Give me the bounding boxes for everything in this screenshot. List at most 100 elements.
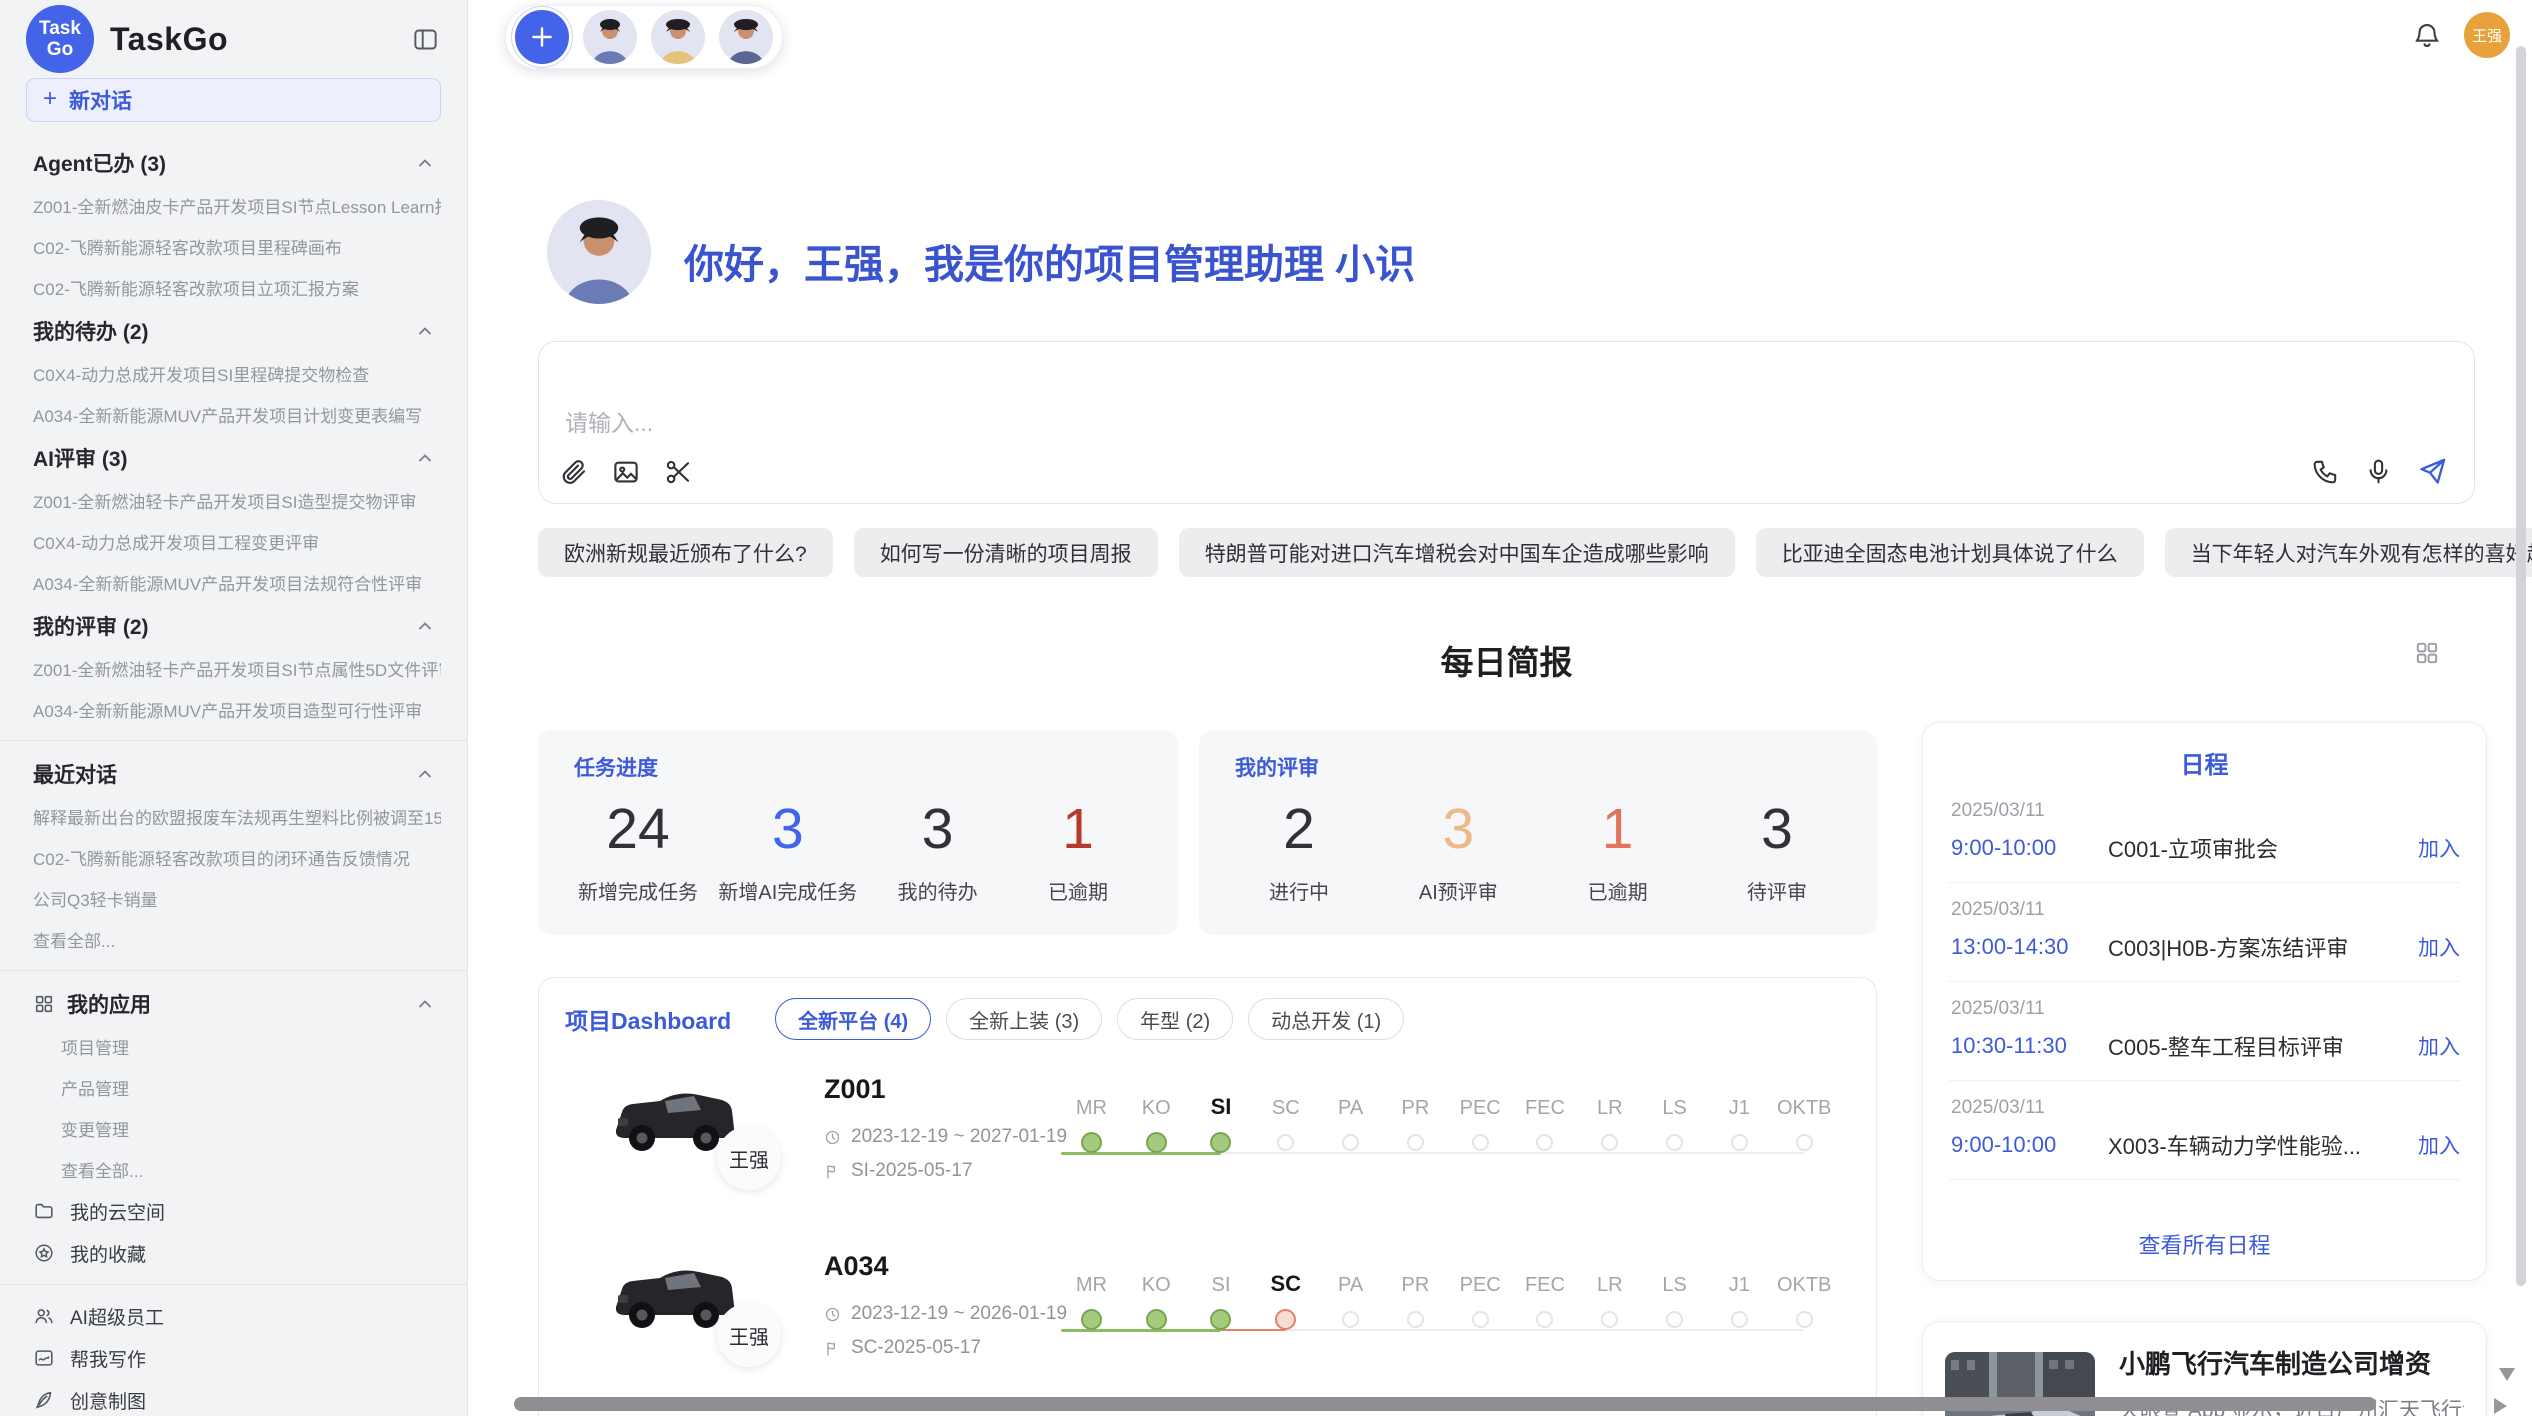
- milestone-dot-done[interactable]: [1210, 1132, 1231, 1153]
- sidebar-collapse-icon[interactable]: [412, 26, 439, 53]
- sidebar-task-item[interactable]: Z001-全新燃油轻卡产品开发项目SI造型提交物评审: [26, 480, 441, 521]
- join-button[interactable]: 加入: [2418, 932, 2460, 962]
- milestone-dot-done[interactable]: [1081, 1309, 1102, 1330]
- join-button[interactable]: 加入: [2418, 833, 2460, 863]
- send-icon[interactable]: [2417, 456, 2448, 487]
- news-title: 小鹏飞行汽车制造公司增资: [2119, 1344, 2431, 1381]
- join-button[interactable]: 加入: [2418, 1130, 2460, 1160]
- sidebar-task-item[interactable]: C02-飞腾新能源轻客改款项目里程碑画布: [26, 226, 441, 267]
- sidebar-recent-item[interactable]: 查看全部...: [26, 919, 441, 960]
- agent-avatar-2[interactable]: [651, 10, 705, 64]
- filter-chip[interactable]: 动总开发 (1): [1248, 998, 1404, 1040]
- sidebar-app-item[interactable]: 产品管理: [26, 1067, 441, 1108]
- milestone-label: LR: [1597, 1267, 1623, 1297]
- sidebar-app-item[interactable]: 查看全部...: [26, 1149, 441, 1190]
- milestone-dot-pend[interactable]: [1601, 1134, 1618, 1151]
- star-icon: [33, 1242, 55, 1264]
- suggestion-chip[interactable]: 当下年轻人对汽车外观有怎样的喜好趋势: [2165, 528, 2532, 577]
- milestone-label: MR: [1076, 1090, 1107, 1120]
- chevron-up-icon[interactable]: [415, 994, 435, 1014]
- milestone-dot-pend[interactable]: [1472, 1311, 1489, 1328]
- add-agent-button[interactable]: [515, 10, 569, 64]
- chevron-up-icon[interactable]: [415, 616, 435, 636]
- sidebar-tool-pen[interactable]: 创意制图: [26, 1379, 441, 1416]
- milestone-dot-pend[interactable]: [1342, 1311, 1359, 1328]
- suggestion-chip[interactable]: 特朗普可能对进口汽车增税会对中国车企造成哪些影响: [1179, 528, 1735, 577]
- sidebar-task-item[interactable]: Z001-全新燃油轻卡产品开发项目SI节点属性5D文件评审: [26, 648, 441, 689]
- agent-avatar-1[interactable]: [583, 10, 637, 64]
- sidebar-tool-label: AI超级员工: [70, 1303, 164, 1330]
- filter-chip-active[interactable]: 全新平台 (4): [775, 998, 931, 1040]
- bell-icon[interactable]: [2412, 20, 2442, 50]
- milestone-dot-pend[interactable]: [1536, 1134, 1553, 1151]
- scissors-icon[interactable]: [663, 457, 693, 487]
- milestone-dot-pend[interactable]: [1796, 1134, 1813, 1151]
- milestone-dot-pend[interactable]: [1536, 1311, 1553, 1328]
- milestone-dot-pend[interactable]: [1277, 1134, 1294, 1151]
- scroll-down-arrow-icon[interactable]: [2499, 1368, 2515, 1381]
- user-avatar[interactable]: 王强: [2464, 12, 2510, 58]
- vertical-scrollbar[interactable]: [2516, 46, 2526, 1286]
- view-all-schedule-link[interactable]: 查看所有日程: [1949, 1210, 2460, 1280]
- horizontal-scrollbar[interactable]: [514, 1397, 2376, 1411]
- image-icon[interactable]: [611, 457, 641, 487]
- milestone-dot-done[interactable]: [1146, 1309, 1167, 1330]
- milestone-dot-pend[interactable]: [1472, 1134, 1489, 1151]
- milestone-dot-pend[interactable]: [1666, 1134, 1683, 1151]
- new-chat-button[interactable]: + 新对话: [26, 78, 441, 122]
- milestone-dot-done[interactable]: [1146, 1132, 1167, 1153]
- schedule-event: 2025/03/1110:30-11:30C005-整车工程目标评审加入: [1949, 982, 2460, 1081]
- stat-label: 我的待办: [878, 876, 998, 905]
- sidebar-tool-write[interactable]: 帮我写作: [26, 1337, 441, 1379]
- sidebar-task-item[interactable]: C0X4-动力总成开发项目工程变更评审: [26, 521, 441, 562]
- sidebar-tool-label: 帮我写作: [70, 1345, 146, 1372]
- milestone-dot-pend[interactable]: [1407, 1311, 1424, 1328]
- sidebar-app-item[interactable]: 项目管理: [26, 1026, 441, 1067]
- milestone-dot-done[interactable]: [1210, 1309, 1231, 1330]
- milestone-dot-pend[interactable]: [1342, 1134, 1359, 1151]
- suggestion-chip[interactable]: 如何写一份清晰的项目周报: [854, 528, 1158, 577]
- agent-avatar-3[interactable]: [719, 10, 773, 64]
- filter-chip[interactable]: 年型 (2): [1117, 998, 1233, 1040]
- suggestion-chip[interactable]: 比亚迪全固态电池计划具体说了什么: [1756, 528, 2144, 577]
- milestone-dot-done[interactable]: [1081, 1132, 1102, 1153]
- stat-value: 1: [1558, 796, 1678, 862]
- chat-input-card[interactable]: 请输入...: [538, 341, 2475, 504]
- card-title: 任务进度: [574, 752, 1142, 782]
- sidebar-app-item[interactable]: 变更管理: [26, 1108, 441, 1149]
- sidebar-section-recent: 最近对话: [26, 751, 441, 796]
- microphone-icon[interactable]: [2364, 457, 2393, 486]
- sidebar-task-item[interactable]: Z001-全新燃油皮卡产品开发项目SI节点Lesson Learn报告: [26, 185, 441, 226]
- chevron-up-icon[interactable]: [415, 448, 435, 468]
- filter-chip[interactable]: 全新上装 (3): [946, 998, 1102, 1040]
- chevron-up-icon[interactable]: [415, 153, 435, 173]
- suggestion-chip[interactable]: 欧洲新规最近颁布了什么?: [538, 528, 833, 577]
- sidebar-task-item[interactable]: A034-全新新能源MUV产品开发项目造型可行性评审: [26, 689, 441, 730]
- milestone-dot-pend[interactable]: [1731, 1311, 1748, 1328]
- milestone-dot-pend[interactable]: [1601, 1311, 1618, 1328]
- milestone-dot-due[interactable]: [1275, 1309, 1296, 1330]
- chevron-up-icon[interactable]: [415, 321, 435, 341]
- chevron-up-icon[interactable]: [415, 764, 435, 784]
- sidebar-link-folder[interactable]: 我的云空间: [26, 1190, 441, 1232]
- milestone-dot-pend[interactable]: [1666, 1311, 1683, 1328]
- sidebar-task-item[interactable]: A034-全新新能源MUV产品开发项目法规符合性评审: [26, 562, 441, 603]
- attachment-icon[interactable]: [559, 457, 589, 487]
- sidebar-task-item[interactable]: C02-飞腾新能源轻客改款项目立项汇报方案: [26, 267, 441, 308]
- sidebar-recent-item[interactable]: C02-飞腾新能源轻客改款项目的闭环通告反馈情况: [26, 837, 441, 878]
- sidebar-tool-users[interactable]: AI超级员工: [26, 1295, 441, 1337]
- milestone-dot-pend[interactable]: [1731, 1134, 1748, 1151]
- join-button[interactable]: 加入: [2418, 1031, 2460, 1061]
- phone-icon[interactable]: [2311, 457, 2340, 486]
- milestone-label: OKTB: [1777, 1267, 1831, 1297]
- sidebar-task-item[interactable]: A034-全新新能源MUV产品开发项目计划变更表编写: [26, 394, 441, 435]
- milestone-dot-pend[interactable]: [1407, 1134, 1424, 1151]
- sidebar-link-star[interactable]: 我的收藏: [26, 1232, 441, 1274]
- sidebar-recent-item[interactable]: 公司Q3轻卡销量: [26, 878, 441, 919]
- project-code: Z001: [824, 1074, 886, 1105]
- sidebar-task-item[interactable]: C0X4-动力总成开发项目SI里程碑提交物检查: [26, 353, 441, 394]
- milestone-dot-pend[interactable]: [1796, 1311, 1813, 1328]
- sidebar-recent-item[interactable]: 解释最新出台的欧盟报废车法规再生塑料比例被调至15%...: [26, 796, 441, 837]
- layout-grid-icon[interactable]: [2414, 640, 2440, 666]
- scroll-right-arrow-icon[interactable]: [2494, 1398, 2507, 1414]
